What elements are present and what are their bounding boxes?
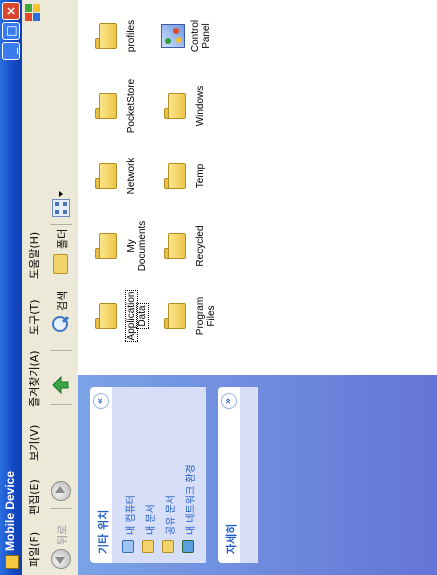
folders-icon[interactable]: [53, 254, 68, 274]
menu-file[interactable]: 파일(F): [26, 532, 42, 567]
window-title: Mobile Device: [3, 470, 17, 551]
my-computer-icon: [122, 540, 134, 553]
folder-program-files-label[interactable]: Program Files: [195, 276, 217, 356]
toolbar-separator: [50, 224, 72, 225]
details-title: 자세히: [225, 523, 238, 554]
folder-icon[interactable]: [95, 303, 117, 329]
menu-bar: 파일(F) 편집(E) 보기(V) 즐겨찾기(A) 도구(T) 도움말(H): [22, 0, 45, 575]
control-panel-icon[interactable]: [161, 24, 185, 48]
folder-windows-label[interactable]: Windows: [195, 66, 206, 146]
folder-icon[interactable]: [95, 163, 117, 189]
shared-documents-icon: [162, 540, 174, 553]
close-button[interactable]: ×: [2, 2, 20, 20]
folder-icon[interactable]: [164, 163, 186, 189]
search-label[interactable]: 검색: [54, 291, 70, 311]
link-shared-documents[interactable]: 공유 문서: [162, 495, 177, 535]
details-header[interactable]: 자세히 »: [218, 387, 240, 563]
menu-tools[interactable]: 도구(T): [26, 299, 42, 335]
back-label: 뒤로: [56, 524, 69, 545]
minimize-button[interactable]: _: [2, 42, 20, 60]
toolbar: 뒤로 검색 폴더: [44, 0, 79, 575]
other-places-panel: 기타 위치 « 내 컴퓨터 내 문서 공유 문서 내 네트워크 환경: [90, 387, 206, 563]
forward-arrow-icon: [55, 486, 65, 493]
folder-icon[interactable]: [95, 93, 117, 119]
folder-network-label[interactable]: Network: [126, 136, 137, 216]
folder-profiles-label[interactable]: profiles: [126, 0, 137, 76]
menu-view[interactable]: 보기(V): [26, 425, 42, 461]
menu-help[interactable]: 도움말(H): [26, 232, 42, 279]
menu-favorites[interactable]: 즐겨찾기(A): [26, 350, 42, 407]
folder-temp-label[interactable]: Temp: [195, 136, 206, 216]
other-places-title: 기타 위치: [97, 509, 110, 554]
my-documents-icon: [142, 540, 154, 553]
folder-icon[interactable]: [95, 233, 117, 259]
chevron-down-icon[interactable]: [59, 191, 63, 197]
folder-my-documents-label[interactable]: My Documents: [126, 206, 148, 286]
file-list: Application Data My Documents Network Pock…: [78, 0, 437, 375]
task-pane: 기타 위치 « 내 컴퓨터 내 문서 공유 문서 내 네트워크 환경 자세히 »: [78, 375, 437, 575]
folders-label[interactable]: 폴더: [54, 229, 70, 249]
folder-icon[interactable]: [164, 233, 186, 259]
folder-recycled-label[interactable]: Recycled: [195, 206, 206, 286]
expand-chevron-icon[interactable]: »: [221, 393, 237, 409]
folder-pocketstore-label[interactable]: PocketStore: [126, 66, 137, 146]
link-my-documents[interactable]: 내 문서: [142, 504, 157, 535]
mobile-device-icon: [5, 555, 19, 569]
menu-edit[interactable]: 편집(E): [26, 479, 42, 515]
maximize-button[interactable]: □: [2, 22, 20, 40]
link-my-computer[interactable]: 내 컴퓨터: [122, 495, 137, 535]
details-panel: 자세히 »: [218, 387, 258, 563]
toolbar-separator: [50, 350, 72, 351]
folder-icon[interactable]: [95, 23, 117, 49]
up-folder-icon[interactable]: [51, 375, 71, 395]
title-bar[interactable]: Mobile Device _ □ ×: [0, 0, 22, 575]
windows-logo-icon: [24, 2, 42, 24]
other-places-header[interactable]: 기타 위치 «: [90, 387, 112, 563]
toolbar-separator: [50, 508, 72, 509]
toolbar-separator: [50, 404, 72, 405]
back-arrow-icon: [55, 557, 65, 564]
folder-application-data-label[interactable]: Application Data: [125, 276, 149, 356]
my-network-places-icon: [182, 540, 194, 553]
collapse-chevron-icon[interactable]: «: [93, 393, 109, 409]
folder-icon[interactable]: [164, 93, 186, 119]
control-panel-label[interactable]: Control Panel: [190, 0, 212, 76]
link-my-network-places[interactable]: 내 네트워크 환경: [182, 464, 197, 535]
explorer-window: Mobile Device _ □ × 파일(F) 편집(E) 보기(V) 즐겨…: [0, 0, 437, 575]
folder-icon[interactable]: [164, 303, 186, 329]
views-icon[interactable]: [52, 199, 70, 217]
